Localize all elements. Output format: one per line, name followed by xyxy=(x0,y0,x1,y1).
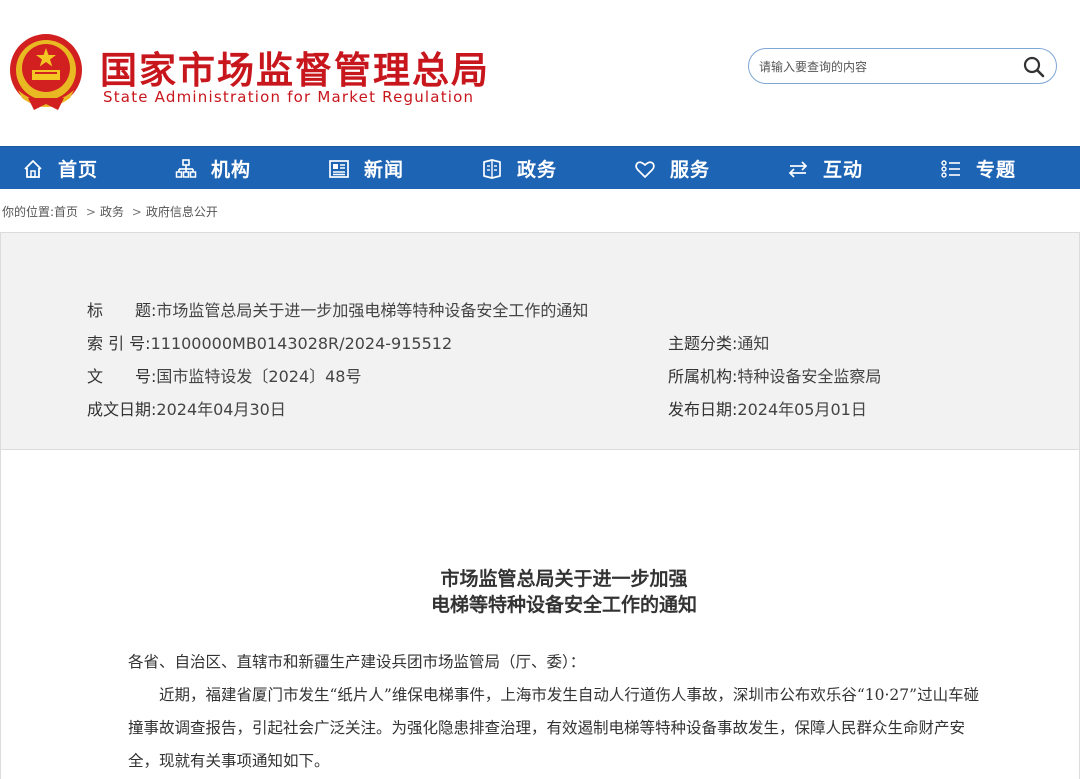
government-affairs-icon xyxy=(483,158,501,179)
search-box xyxy=(748,48,1057,84)
search-input[interactable] xyxy=(759,57,1009,77)
org-chart-icon xyxy=(175,158,197,178)
info-written-date-value: 2024年04月30日 xyxy=(156,400,286,419)
info-agency-value: 特种设备安全监察局 xyxy=(737,367,882,386)
info-publish-date-value: 2024年05月01日 xyxy=(737,400,867,419)
info-title-value: 市场监管总局关于进一步加强电梯等特种设备安全工作的通知 xyxy=(156,301,589,320)
breadcrumb-separator: > xyxy=(131,205,142,219)
breadcrumb-gov-info-disclosure[interactable]: 政府信息公开 xyxy=(146,205,218,219)
info-agency-label: 所属机构: xyxy=(668,367,738,386)
nav-item-government-affairs[interactable]: 政务 xyxy=(459,147,612,190)
breadcrumb-separator: > xyxy=(85,205,96,219)
document-body: 各省、自治区、直辖市和新疆生产建设兵团市场监管局（厅、委）： 近期，福建省厦门市… xyxy=(128,646,988,778)
document-title: 市场监管总局关于进一步加强 电梯等特种设备安全工作的通知 xyxy=(1,566,1080,618)
document-paragraph: 近期，福建省厦门市发生“纸片人”维保电梯事件，上海市发生自动人行道伤人事故，深圳… xyxy=(128,686,980,770)
info-index-value: 11100000MB0143028R/2024-915512 xyxy=(150,334,453,353)
nav-item-home[interactable]: 首页 xyxy=(0,147,153,190)
nav-label: 服务 xyxy=(670,159,711,181)
info-doc-number-label: 文 号: xyxy=(87,367,157,386)
breadcrumb: 你的位置:首页 > 政务 > 政府信息公开 xyxy=(2,203,218,220)
nav-label: 政务 xyxy=(517,159,558,181)
info-title-row: 标 题:市场监管总局关于进一步加强电梯等特种设备安全工作的通知 xyxy=(87,297,588,321)
info-agency-row: 所属机构:特种设备安全监察局 xyxy=(668,363,881,387)
nav-label: 互动 xyxy=(823,159,864,181)
info-written-date-row: 成文日期:2024年04月30日 xyxy=(87,396,286,420)
nav-label: 机构 xyxy=(211,159,252,181)
info-title-label: 标 题: xyxy=(87,301,157,320)
info-category-label: 主题分类: xyxy=(668,334,738,353)
main-nav: 首页 机构 新闻 政务 服务 互动 专题 xyxy=(0,146,1080,189)
info-written-date-label: 成文日期: xyxy=(87,400,157,419)
nav-label: 专题 xyxy=(976,159,1017,181)
document-salutation: 各省、自治区、直辖市和新疆生产建设兵团市场监管局（厅、委）： xyxy=(128,653,586,671)
site-title-cn[interactable]: 国家市场监督管理总局 xyxy=(100,40,490,94)
document-info-panel: 标 题:市场监管总局关于进一步加强电梯等特种设备安全工作的通知 索 引 号:11… xyxy=(0,232,1080,450)
exchange-arrows-icon xyxy=(788,160,808,178)
heart-icon xyxy=(635,160,655,178)
nav-label: 新闻 xyxy=(364,159,405,181)
nav-item-organization[interactable]: 机构 xyxy=(153,147,306,190)
document-title-line: 市场监管总局关于进一步加强 xyxy=(440,568,688,590)
news-icon xyxy=(329,159,349,178)
home-icon xyxy=(24,159,42,178)
info-doc-number-row: 文 号:国市监特设发〔2024〕48号 xyxy=(87,363,362,387)
site-title-en[interactable]: State Administration for Market Regulati… xyxy=(103,88,474,106)
breadcrumb-prefix: 你的位置: xyxy=(2,205,55,219)
nav-item-interaction[interactable]: 互动 xyxy=(765,147,918,190)
breadcrumb-home[interactable]: 首页 xyxy=(54,205,78,219)
document-content: 市场监管总局关于进一步加强 电梯等特种设备安全工作的通知 各省、自治区、直辖市和… xyxy=(0,450,1080,779)
nav-item-services[interactable]: 服务 xyxy=(612,147,765,190)
nav-label: 首页 xyxy=(58,159,99,181)
nav-item-news[interactable]: 新闻 xyxy=(306,147,459,190)
national-emblem-icon[interactable] xyxy=(8,32,84,112)
info-index-label: 索 引 号: xyxy=(87,334,151,353)
search-icon[interactable] xyxy=(1022,55,1046,79)
document-title-line: 电梯等特种设备安全工作的通知 xyxy=(430,594,697,616)
breadcrumb-government-affairs[interactable]: 政务 xyxy=(100,205,124,219)
info-publish-date-row: 发布日期:2024年05月01日 xyxy=(668,396,867,420)
topics-list-icon xyxy=(941,159,960,178)
info-publish-date-label: 发布日期: xyxy=(668,400,738,419)
nav-item-topics[interactable]: 专题 xyxy=(918,147,1071,190)
info-category-value: 通知 xyxy=(737,334,770,353)
info-doc-number-value: 国市监特设发〔2024〕48号 xyxy=(156,367,362,386)
info-category-row: 主题分类:通知 xyxy=(668,330,769,354)
info-index-row: 索 引 号:11100000MB0143028R/2024-915512 xyxy=(87,330,452,354)
site-header: 国家市场监督管理总局 State Administration for Mark… xyxy=(0,0,1080,146)
